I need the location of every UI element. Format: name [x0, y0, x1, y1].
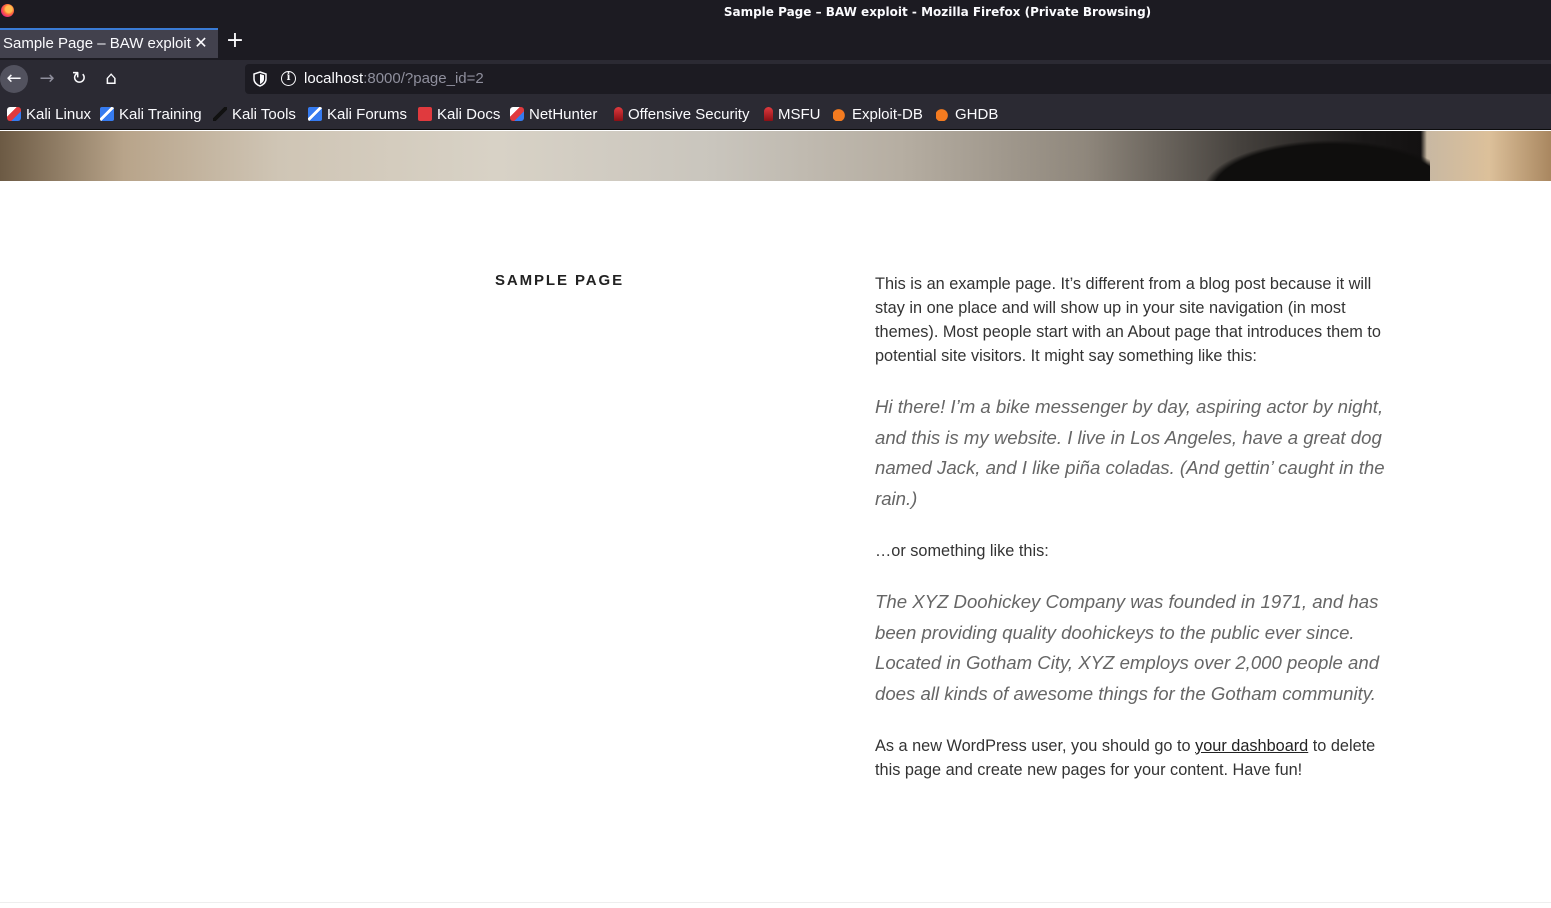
kali-icon [7, 107, 21, 121]
bookmark-offensive-security[interactable]: Offensive Security [614, 105, 749, 123]
footer-divider [0, 902, 1551, 903]
page-viewport[interactable]: Sample Page This is an example page. It’… [0, 131, 1551, 908]
home-button[interactable]: ⌂ [97, 65, 125, 93]
entry-content: This is an example page. It’s different … [875, 272, 1395, 806]
url-path: :8000/?page_id=2 [363, 70, 484, 87]
bookmark-label: Kali Forums [327, 105, 408, 123]
bookmark-kali-tools[interactable]: Kali Tools [213, 105, 296, 123]
bookmark-kali-forums[interactable]: Kali Forums [308, 105, 407, 123]
kali-docs-icon [418, 107, 432, 121]
url-text[interactable]: localhost:8000/?page_id=2 [304, 70, 484, 87]
quote-xyz-company: The XYZ Doohickey Company was founded in… [875, 590, 1380, 704]
nethunter-icon [510, 107, 524, 121]
kali-tools-icon [213, 107, 227, 121]
tab-sample-page[interactable]: Sample Page – BAW exploit ✕ [0, 28, 218, 58]
exploit-db-icon [833, 107, 847, 121]
bookmark-label: Offensive Security [628, 105, 750, 123]
page-title: Sample Page [495, 272, 624, 289]
tab-label: Sample Page – BAW exploit [3, 35, 191, 52]
bookmark-label: Kali Linux [26, 105, 92, 123]
bookmark-exploit-db[interactable]: Exploit-DB [833, 105, 923, 123]
bookmark-kali-training[interactable]: Kali Training [100, 105, 202, 123]
bookmark-label: GHDB [955, 105, 999, 123]
outro-text-before: As a new WordPress user, you should go t… [875, 736, 1196, 755]
bookmark-label: MSFU [778, 105, 821, 123]
bookmark-kali-docs[interactable]: Kali Docs [418, 105, 500, 123]
msfu-icon [764, 107, 773, 121]
window-title: Sample Page – BAW exploit - Mozilla Fire… [723, 5, 1152, 19]
new-tab-button[interactable]: + [224, 30, 246, 54]
url-host: localhost [304, 70, 364, 87]
bookmark-msfu[interactable]: MSFU [764, 105, 821, 123]
site-info-icon[interactable]: i [281, 71, 296, 86]
bookmark-label: Kali Training [119, 105, 202, 123]
header-image [0, 131, 1551, 181]
reload-button[interactable]: ↻ [65, 65, 93, 93]
bookmark-ghdb[interactable]: GHDB [936, 105, 998, 123]
url-bar[interactable]: i localhost:8000/?page_id=2 [245, 64, 1551, 94]
close-tab-icon[interactable]: ✕ [193, 34, 209, 52]
quote-bike-messenger: Hi there! I’m a bike messenger by day, a… [875, 396, 1385, 510]
or-paragraph: …or something like this: [875, 541, 1049, 560]
kali-training-icon [100, 107, 114, 121]
bookmarks-toolbar: Kali Linux Kali Training Kali Tools Kali… [0, 98, 1551, 130]
bookmark-label: NetHunter [529, 105, 598, 123]
bookmark-label: Kali Tools [232, 105, 296, 123]
outro-paragraph: As a new WordPress user, you should go t… [875, 734, 1395, 782]
bookmark-label: Exploit-DB [852, 105, 923, 123]
bookmark-kali-linux[interactable]: Kali Linux [7, 105, 91, 123]
window-titlebar: Sample Page – BAW exploit - Mozilla Fire… [0, 0, 1551, 26]
bookmark-nethunter[interactable]: NetHunter [510, 105, 597, 123]
offsec-icon [614, 107, 623, 121]
dashboard-link[interactable]: your dashboard [1195, 737, 1308, 755]
bookmark-label: Kali Docs [437, 105, 501, 123]
kali-forums-icon [308, 107, 322, 121]
tracking-protection-shield-icon[interactable] [253, 71, 267, 87]
ghdb-icon [936, 107, 950, 121]
back-button[interactable]: ← [0, 65, 28, 93]
intro-paragraph: This is an example page. It’s different … [875, 275, 1381, 365]
forward-button[interactable]: → [33, 65, 61, 93]
